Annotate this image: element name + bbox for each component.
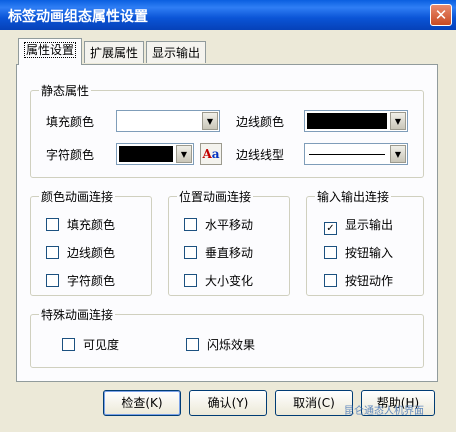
group-legend: 颜色动画连接 [39,188,116,205]
tab-label: 扩展属性 [90,46,139,60]
border-style-select[interactable]: ▼ [304,143,408,165]
title-bar[interactable]: 标签动画组态属性设置 ✕ [0,0,456,30]
group-legend: 静态属性 [39,82,92,99]
checkbox-label: 按钮动作 [345,274,394,288]
checkbox-label: 边线颜色 [67,246,116,260]
text-color-select[interactable]: ▼ [116,143,194,165]
checkbox-border-color[interactable]: 边线颜色 [46,244,115,261]
checkbox-box[interactable] [184,274,197,287]
border-color-swatch [307,113,387,129]
checkbox-label: 可见度 [83,338,120,352]
check-button[interactable]: 检查(K) [103,390,181,416]
checkbox-box[interactable]: ✓ [324,222,337,235]
font-icon-small: a [211,147,220,161]
checkbox-visibility[interactable]: 可见度 [62,336,119,353]
text-color-swatch [119,146,173,162]
tab-label: 属性设置 [24,42,77,58]
fill-color-select[interactable]: ▼ [116,110,220,132]
close-icon[interactable]: ✕ [430,4,452,26]
checkbox-box[interactable] [184,246,197,259]
checkbox-display-output[interactable]: ✓ 显示输出 [324,216,393,235]
checkbox-button-action[interactable]: 按钮动作 [324,272,393,289]
cancel-button[interactable]: 取消(C) [275,390,353,416]
font-button[interactable]: Aa [200,143,222,165]
checkbox-box[interactable] [46,274,59,287]
checkbox-button-input[interactable]: 按钮输入 [324,244,393,261]
checkbox-horizontal-move[interactable]: 水平移动 [184,216,253,233]
checkbox-blink-effect[interactable]: 闪烁效果 [186,336,255,353]
fill-color-label: 填充颜色 [46,115,95,129]
border-style-label: 边线线型 [236,148,285,162]
checkbox-box[interactable] [324,246,337,259]
checkbox-text-color[interactable]: 字符颜色 [46,272,115,289]
checkbox-size-change[interactable]: 大小变化 [184,272,253,289]
watermark: 昆仑通态人机界面 [344,406,424,417]
checkbox-label: 填充颜色 [67,218,116,232]
tab-label: 显示输出 [152,46,201,60]
window-title: 标签动画组态属性设置 [8,9,148,25]
checkbox-box[interactable] [184,218,197,231]
checkbox-label: 水平移动 [205,218,254,232]
checkbox-box[interactable] [186,338,199,351]
checkbox-label: 按钮输入 [345,246,394,260]
checkbox-box[interactable] [324,274,337,287]
group-legend: 输入输出连接 [315,188,392,205]
group-legend: 位置动画连接 [177,188,254,205]
ok-button[interactable]: 确认(Y) [189,390,267,416]
border-color-label: 边线颜色 [236,115,285,129]
chevron-down-icon[interactable]: ▼ [176,145,192,163]
font-icon: A [202,147,212,161]
checkbox-box[interactable] [46,218,59,231]
border-color-select[interactable]: ▼ [304,110,408,132]
text-color-label: 字符颜色 [46,148,95,162]
checkbox-label: 显示输出 [345,218,394,232]
checkbox-label: 垂直移动 [205,246,254,260]
checkbox-label: 闪烁效果 [207,338,256,352]
tab-properties[interactable]: 属性设置 [18,38,83,65]
group-legend: 特殊动画连接 [39,306,116,323]
checkbox-label: 字符颜色 [67,274,116,288]
tab-extended[interactable]: 扩展属性 [84,41,145,63]
chevron-down-icon[interactable]: ▼ [390,112,406,130]
checkbox-vertical-move[interactable]: 垂直移动 [184,244,253,261]
checkbox-box[interactable] [46,246,59,259]
checkbox-label: 大小变化 [205,274,254,288]
chevron-down-icon[interactable]: ▼ [202,112,218,130]
tab-display-output[interactable]: 显示输出 [146,41,207,63]
chevron-down-icon[interactable]: ▼ [390,145,406,163]
line-style-preview [307,146,387,162]
checkbox-fill-color[interactable]: 填充颜色 [46,216,115,233]
fill-color-swatch [119,113,199,129]
checkbox-box[interactable] [62,338,75,351]
